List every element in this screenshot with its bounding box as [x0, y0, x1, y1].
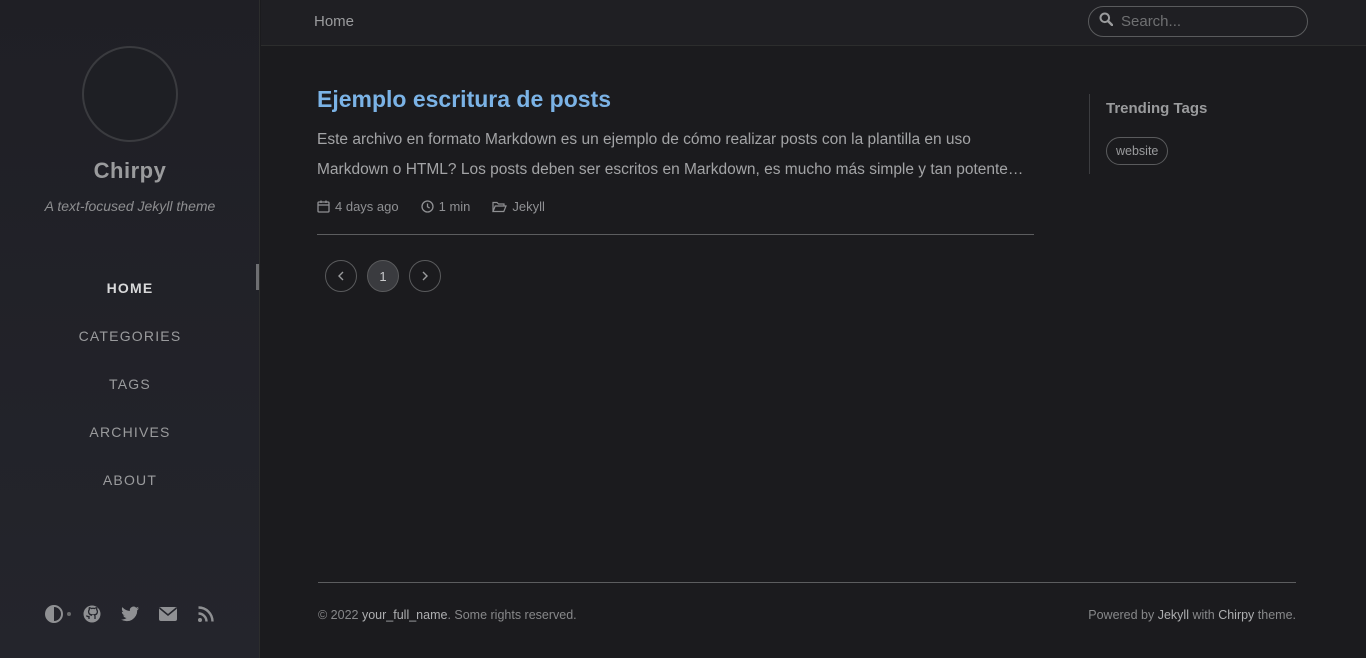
breadcrumb[interactable]: Home	[314, 13, 354, 30]
powered-with: with	[1189, 608, 1219, 622]
caret-right-icon	[422, 271, 428, 281]
clock-icon	[420, 200, 434, 213]
page-number-button[interactable]: 1	[367, 260, 399, 292]
site-subtitle: A text-focused Jekyll theme	[44, 198, 216, 214]
nav-item-categories[interactable]: CATEGORIES	[0, 312, 260, 360]
post-title-link[interactable]: Ejemplo escritura de posts	[317, 86, 1034, 113]
post-date: 4 days ago	[317, 199, 399, 214]
pagination: 1	[325, 260, 1034, 292]
post-excerpt: Este archivo en formato Markdown es un e…	[317, 131, 1024, 178]
search-input[interactable]	[1121, 13, 1301, 30]
github-icon[interactable]	[73, 598, 111, 630]
post-category: Jekyll	[492, 199, 545, 214]
powered-suffix: theme.	[1254, 608, 1296, 622]
site-title[interactable]: Chirpy	[0, 158, 260, 184]
twitter-icon[interactable]	[111, 598, 149, 630]
nav-item-about[interactable]: ABOUT	[0, 456, 260, 504]
copyright-prefix: © 2022	[318, 608, 362, 622]
powered-prefix: Powered by	[1088, 608, 1158, 622]
sidebar-nav: HOME CATEGORIES TAGS ARCHIVES ABOUT	[0, 264, 260, 504]
footer-powered-by: Powered by Jekyll with Chirpy theme.	[1088, 608, 1296, 622]
email-icon[interactable]	[149, 598, 187, 630]
jekyll-link[interactable]: Jekyll	[1158, 608, 1189, 622]
prev-page-button[interactable]	[325, 260, 357, 292]
nav-item-home[interactable]: HOME	[0, 264, 260, 312]
separator-dot	[67, 612, 71, 616]
calendar-icon	[317, 200, 330, 213]
topbar: Home	[261, 0, 1366, 46]
post-read-time: 1 min	[420, 199, 471, 214]
search-box[interactable]	[1088, 6, 1308, 37]
folder-open-icon	[492, 201, 508, 212]
post-item: Ejemplo escritura de posts Este archivo …	[317, 86, 1034, 214]
post-date-text: 4 days ago	[335, 199, 399, 214]
footer: © 2022 your_full_name. Some rights reser…	[318, 582, 1296, 622]
rss-icon[interactable]	[187, 598, 225, 630]
avatar[interactable]	[82, 46, 178, 142]
tag-website[interactable]: website	[1106, 137, 1169, 165]
sidebar: Chirpy A text-focused Jekyll theme HOME …	[0, 0, 260, 658]
author-link[interactable]: your_full_name	[362, 608, 447, 622]
sidebar-bottom-links	[0, 598, 260, 630]
footer-copyright: © 2022 your_full_name. Some rights reser…	[318, 608, 577, 622]
trending-tags-panel: Trending Tags website	[1089, 94, 1289, 174]
panel-heading: Trending Tags	[1106, 100, 1208, 117]
post-list: Ejemplo escritura de posts Este archivo …	[317, 86, 1034, 292]
rights-text: . Some rights reserved.	[447, 608, 577, 622]
post-category-text[interactable]: Jekyll	[512, 199, 545, 214]
search-icon	[1099, 12, 1114, 31]
post-meta: 4 days ago 1 min Jekyll	[317, 199, 1034, 214]
chevron-left-icon	[338, 271, 344, 281]
post-read-time-text: 1 min	[438, 199, 471, 214]
nav-item-archives[interactable]: ARCHIVES	[0, 408, 260, 456]
next-page-button[interactable]	[409, 260, 441, 292]
post-divider	[317, 234, 1034, 235]
chirpy-link[interactable]: Chirpy	[1218, 608, 1254, 622]
nav-item-tags[interactable]: TAGS	[0, 360, 260, 408]
